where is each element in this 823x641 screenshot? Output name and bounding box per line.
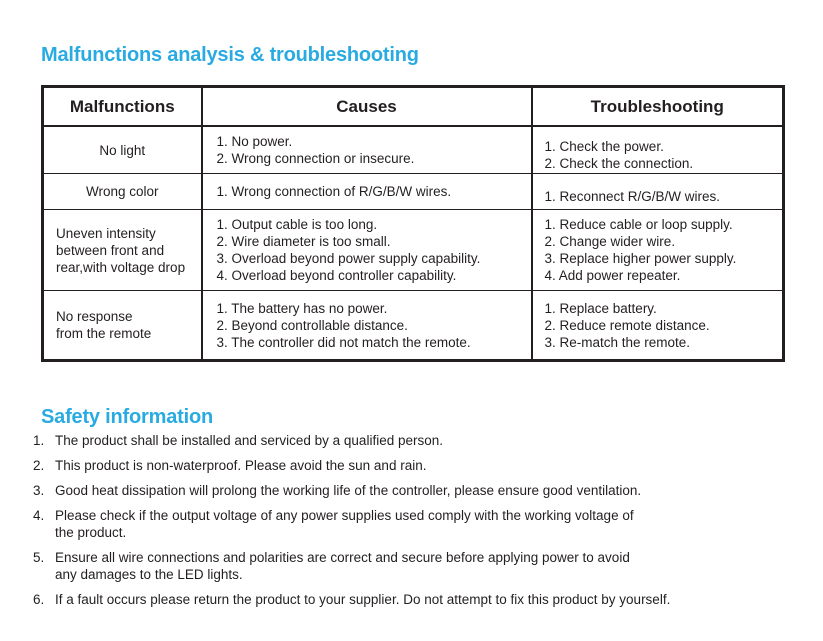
text-line: Good heat dissipation will prolong the w…	[55, 483, 642, 498]
malfunctions-section-heading: Malfunctions analysis & troubleshooting	[41, 43, 419, 66]
list-item-text: The product shall be installed and servi…	[55, 432, 793, 449]
cell-troubleshooting: 1. Reconnect R/G/B/W wires.	[531, 173, 784, 210]
list-item-text: This product is non-waterproof. Please a…	[55, 457, 793, 474]
text-line: 2. Wire diameter is too small.	[216, 234, 391, 249]
text-line: 4. Add power repeater.	[544, 268, 681, 283]
list-item-text: Ensure all wire connections and polariti…	[55, 549, 793, 583]
text-line: 1. Output cable is too long.	[216, 217, 378, 232]
list-item-number: 5.	[33, 550, 45, 565]
cell-malfunction: No response from the remote	[42, 290, 203, 361]
table-row: Uneven intensity between front and rear,…	[42, 209, 784, 291]
table-header: Malfunctions Causes Troubleshooting	[42, 86, 784, 127]
text-line: 3. Replace higher power supply.	[544, 251, 737, 266]
cell-causes: 1. Wrong connection of R/G/B/W wires.	[201, 173, 533, 210]
cell-causes: 1. Output cable is too long. 2. Wire dia…	[201, 209, 533, 291]
text-line: 1. Replace battery.	[544, 300, 657, 316]
text-line: the product.	[55, 525, 127, 540]
text-line: 3. Overload beyond power supply capabili…	[216, 251, 481, 266]
cell-troubleshooting: 1. Check the power. 2. Check the connect…	[531, 125, 784, 174]
text-line: If a fault occurs please return the prod…	[55, 592, 671, 607]
text-line: No light	[99, 142, 146, 158]
table-row: Wrong color 1. Wrong connection of R/G/B…	[42, 173, 784, 210]
text-line: 1. No power.	[216, 134, 293, 149]
table-header-row: Malfunctions Causes Troubleshooting	[42, 86, 784, 127]
list-item: 4. Please check if the output voltage of…	[33, 507, 793, 541]
text-line: 1. Check the power.	[544, 139, 664, 154]
cell-causes: 1. The battery has no power. 2. Beyond c…	[201, 290, 533, 361]
text-line: Ensure all wire connections and polariti…	[55, 550, 630, 565]
text-line: from the remote	[56, 326, 152, 341]
text-line: The product shall be installed and servi…	[55, 433, 443, 448]
safety-information-list: 1. The product shall be installed and se…	[33, 432, 793, 616]
text-line: 2. Beyond controllable distance.	[216, 317, 408, 333]
column-header-troubleshooting: Troubleshooting	[531, 86, 784, 127]
text-line: Wrong color	[85, 184, 159, 199]
list-item: 5. Ensure all wire connections and polar…	[33, 549, 793, 583]
cell-malfunction: No light	[42, 125, 203, 174]
text-line: 3. Re-match the remote.	[544, 334, 691, 350]
list-item-text: Please check if the output voltage of an…	[55, 507, 793, 541]
cell-causes: 1. No power. 2. Wrong connection or inse…	[201, 125, 533, 174]
text-line: 1. Reduce cable or loop supply.	[544, 217, 733, 232]
list-item-text: Good heat dissipation will prolong the w…	[55, 482, 793, 499]
list-item-number: 6.	[33, 592, 45, 607]
text-line: No response	[56, 309, 133, 324]
text-line: 2. Wrong connection or insecure.	[216, 151, 415, 166]
text-line: 4. Overload beyond controller capability…	[216, 268, 457, 283]
list-item-text: If a fault occurs please return the prod…	[55, 591, 793, 608]
text-line: 1. The battery has no power.	[216, 300, 388, 316]
text-line: Uneven intensity	[56, 225, 156, 241]
text-line: This product is non-waterproof. Please a…	[55, 458, 427, 473]
text-line: 1. Reconnect R/G/B/W wires.	[544, 189, 721, 204]
cell-troubleshooting: 1. Replace battery. 2. Reduce remote dis…	[531, 290, 784, 361]
text-line: Please check if the output voltage of an…	[55, 508, 634, 523]
list-item-number: 4.	[33, 508, 45, 523]
text-line: 3. The controller did not match the remo…	[216, 334, 471, 350]
list-item-number: 1.	[33, 433, 45, 448]
list-item: 6. If a fault occurs please return the p…	[33, 591, 793, 608]
column-header-causes: Causes	[201, 86, 533, 127]
text-line: rear,with voltage drop	[56, 259, 186, 275]
table-body: No light 1. No power. 2. Wrong connectio…	[42, 125, 784, 361]
text-line: 1. Wrong connection of R/G/B/W wires.	[216, 184, 452, 199]
text-line: between front and	[56, 242, 165, 258]
list-item: 1. The product shall be installed and se…	[33, 432, 793, 449]
safety-section-heading: Safety information	[41, 405, 213, 428]
column-header-malfunctions: Malfunctions	[42, 86, 203, 127]
table-row: No response from the remote 1. The batte…	[42, 290, 784, 361]
list-item-number: 3.	[33, 483, 45, 498]
cell-troubleshooting: 1. Reduce cable or loop supply. 2. Chang…	[531, 209, 784, 291]
manual-page: Malfunctions analysis & troubleshooting …	[0, 0, 823, 641]
cell-malfunction: Uneven intensity between front and rear,…	[42, 209, 203, 291]
list-item: 3. Good heat dissipation will prolong th…	[33, 482, 793, 499]
text-line: 2. Reduce remote distance.	[544, 317, 710, 333]
list-item-number: 2.	[33, 458, 45, 473]
list-item: 2. This product is non-waterproof. Pleas…	[33, 457, 793, 474]
text-line: 2. Change wider wire.	[544, 234, 676, 249]
troubleshooting-table: Malfunctions Causes Troubleshooting No l…	[41, 85, 785, 362]
cell-malfunction: Wrong color	[42, 173, 203, 210]
text-line: any damages to the LED lights.	[55, 567, 243, 582]
text-line: 2. Check the connection.	[544, 156, 694, 171]
table-row: No light 1. No power. 2. Wrong connectio…	[42, 125, 784, 174]
